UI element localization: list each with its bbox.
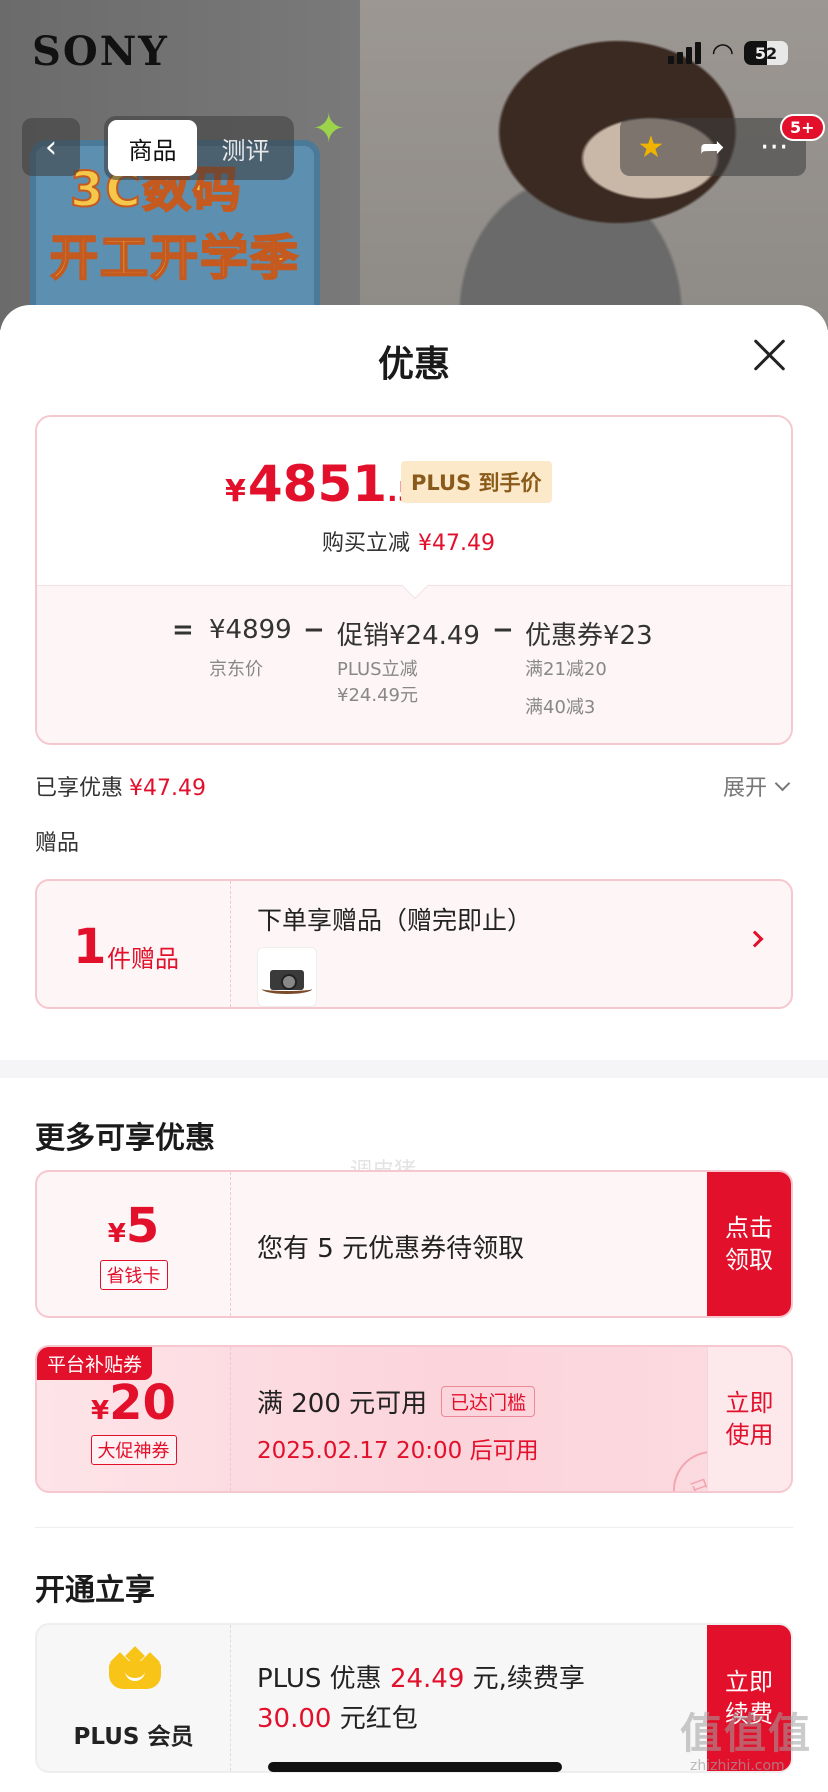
coupon-type-tag: 大促神券: [90, 1435, 177, 1465]
plus-member-name: PLUS 会员: [73, 1724, 194, 1750]
coupon-description: 您有 5 元优惠券待领取: [257, 1234, 525, 1264]
section-divider: [0, 1060, 828, 1078]
platform-subsidy-tag: 平台补贴券: [37, 1347, 153, 1380]
reduce-line: 购买立减 ¥47.49: [322, 525, 495, 557]
coupon-currency: ¥: [91, 1396, 110, 1426]
coupon-value-box: ¥5 省钱卡: [37, 1172, 231, 1316]
expand-button[interactable]: 展开: [722, 770, 791, 802]
plus-text-a: PLUS 优惠: [257, 1664, 390, 1694]
jd-price: ¥4899: [209, 615, 292, 645]
battery-level: 52: [754, 43, 778, 63]
coupon-card-platform: ¥20 大促神券 平台补贴券 满 200 元可用 已达门槛 2025.02.17…: [35, 1345, 793, 1493]
back-button[interactable]: ‹: [22, 118, 80, 176]
minus-sign: −: [303, 615, 325, 645]
plus-text-d: 元红包: [331, 1704, 418, 1734]
coupon-sub2: 满40减3: [525, 697, 596, 718]
coupon-currency: ¥: [107, 1219, 126, 1249]
home-indicator[interactable]: [268, 1762, 562, 1772]
enjoyed-value: ¥47.49: [129, 776, 206, 801]
jd-price-label: 京东价: [209, 659, 263, 680]
threshold-reached-badge: 已达门槛: [441, 1386, 536, 1417]
gift-count: 1: [73, 919, 107, 975]
divider: [35, 1527, 793, 1528]
equals-sign: =: [172, 615, 194, 645]
plus-price-tag: PLUS 到手价: [401, 461, 552, 503]
coupon-card-savings: ¥5 省钱卡 您有 5 元优惠券待领取 点击领取: [35, 1170, 793, 1318]
plus-redpacket-value: 30.00: [257, 1704, 332, 1734]
tab-product[interactable]: 商品: [108, 120, 197, 176]
plus-offer-text: PLUS 优惠 24.49 元,续费享 30.00 元红包: [257, 1659, 637, 1739]
gift-section-label: 赠品: [35, 831, 80, 856]
enjoyed-discount: 已享优惠 ¥47.49: [35, 770, 206, 802]
sheet-title: 优惠: [377, 344, 450, 385]
message-badge: 5+: [780, 114, 825, 141]
price-integer: 4851: [247, 455, 388, 513]
coupon-valid-time: 2025.02.17 20:00 后可用: [257, 1438, 539, 1464]
nav-actions: ★ ➦ ···: [620, 118, 806, 176]
coupon-condition: 满 200 元可用: [257, 1389, 428, 1419]
coupon-sub1: 满21减20: [525, 659, 607, 680]
plus-discount-value: 24.49: [389, 1664, 465, 1694]
gift-thumbnail[interactable]: [257, 947, 317, 1007]
signal-icon: [668, 42, 702, 64]
coupon-value: ¥20: [37, 1375, 230, 1431]
minus-sign: −: [492, 615, 514, 645]
gift-title: 下单享赠品（赠完即止）: [257, 906, 533, 935]
coupon-value: ¥5: [37, 1198, 230, 1254]
share-icon[interactable]: ➦: [700, 130, 725, 165]
discount-sheet: 优惠 ¥ 4851 .51 PLUS 到手价 购买立减¥47.49 = ¥489…: [0, 305, 828, 1792]
watermark-url: zhizhizhi.com: [690, 1758, 785, 1774]
close-icon[interactable]: [752, 337, 788, 373]
nav-tabs: 商品 测评: [104, 116, 294, 180]
promo-line2: 开工开学季: [49, 229, 301, 287]
open-membership-title: 开通立享: [35, 1573, 155, 1608]
expand-label: 展开: [722, 776, 767, 801]
brand-logo: SONY: [32, 28, 169, 75]
gift-count-box: 1 件赠品: [37, 881, 231, 1007]
enjoyed-label: 已享优惠: [35, 776, 124, 801]
tab-review[interactable]: 测评: [201, 120, 290, 176]
use-now-button[interactable]: 立即使用: [707, 1347, 791, 1491]
coupon-amount: 优惠券¥23: [525, 621, 653, 651]
watermark-logo: 值值值: [680, 1709, 813, 1758]
price-currency: ¥: [225, 474, 246, 509]
chevron-left-icon: ‹: [45, 129, 57, 165]
plus-text-b: 元,续费享: [464, 1664, 585, 1694]
claim-button[interactable]: 点击领取: [707, 1172, 791, 1316]
sparkle-icon: ✦: [312, 106, 346, 152]
price-card: ¥ 4851 .51 PLUS 到手价 购买立减¥47.49 = ¥4899 −…: [35, 415, 793, 745]
crown-icon: [109, 1646, 161, 1689]
promo-sub2: ¥24.49元: [337, 685, 418, 706]
chevron-right-icon: [746, 930, 764, 948]
coupon-amount: 5: [125, 1198, 160, 1254]
coupon-amount: 20: [109, 1375, 176, 1431]
plus-logo-box: PLUS 会员: [37, 1625, 231, 1771]
battery-icon: 52: [744, 41, 788, 65]
status-bar: ◠ 52: [668, 38, 788, 68]
wifi-icon: ◠: [711, 38, 734, 68]
coupon-condition-line: 满 200 元可用 已达门槛: [257, 1383, 536, 1420]
gift-unit: 件赠品: [107, 945, 179, 973]
more-discounts-title: 更多可享优惠: [35, 1121, 215, 1156]
promo-sub1: PLUS立减: [337, 659, 418, 680]
chevron-down-icon: [774, 775, 791, 791]
camera-icon: [270, 970, 304, 990]
star-icon[interactable]: ★: [638, 130, 665, 165]
promo-amount: 促销¥24.49: [337, 621, 480, 651]
coupon-type-tag: 省钱卡: [99, 1260, 168, 1290]
reduce-label: 购买立减: [322, 531, 411, 556]
reduce-value: ¥47.49: [418, 531, 495, 556]
gift-card[interactable]: 1 件赠品 下单享赠品（赠完即止）: [35, 879, 793, 1009]
